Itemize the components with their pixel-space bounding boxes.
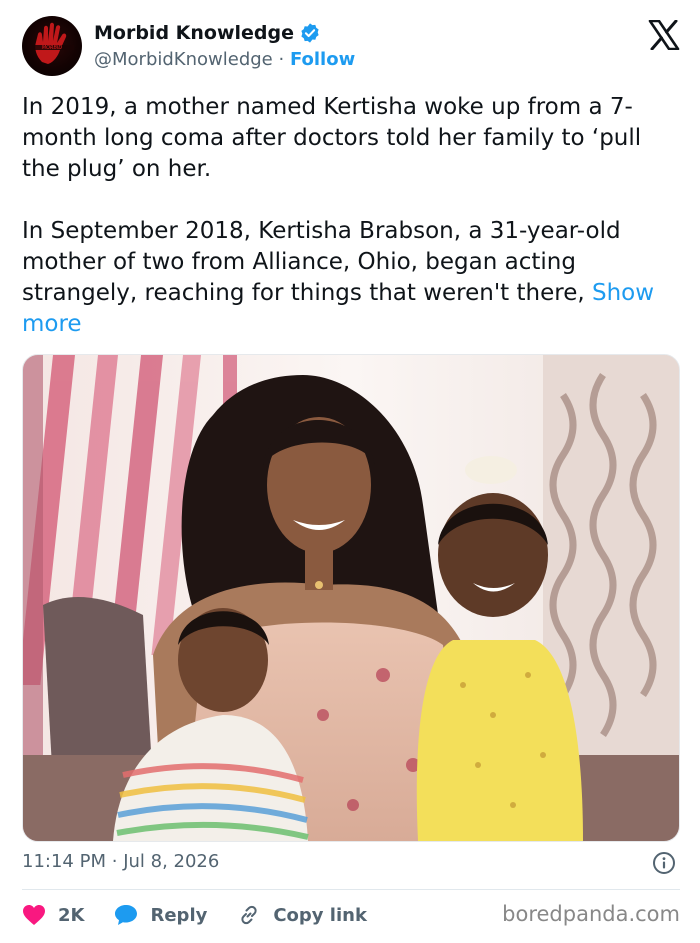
link-icon — [241, 905, 257, 925]
watermark: boredpanda.com — [502, 902, 680, 926]
timestamp-separator: · — [111, 851, 118, 872]
handle[interactable]: @MorbidKnowledge — [94, 49, 273, 70]
tweet-photo[interactable] — [22, 354, 680, 842]
like-button[interactable]: 2K — [22, 904, 84, 926]
tweet-time: 11:14 PM — [22, 851, 106, 872]
tweet-paragraph-2-text: In September 2018, Kertisha Brabson, a 3… — [22, 218, 621, 306]
tweet-paragraph-1: In 2019, a mother named Kertisha woke up… — [22, 94, 642, 182]
red-hand-logo-icon: MORBID — [30, 22, 74, 64]
reply-label: Reply — [150, 904, 208, 926]
copy-link-label: Copy link — [273, 904, 367, 926]
avatar[interactable]: MORBID — [22, 16, 82, 76]
divider — [22, 889, 680, 890]
verified-badge-icon — [301, 23, 319, 43]
author-name-row: Morbid Knowledge — [94, 22, 321, 44]
tweet-timestamp[interactable]: 11:14 PM · Jul 8, 2026 — [22, 851, 219, 872]
tweet-actions: 2K Reply Copy link — [22, 900, 397, 930]
tweet-paragraph-2: In September 2018, Kertisha Brabson, a 3… — [22, 216, 682, 340]
handle-separator: · — [278, 49, 285, 70]
family-photo-image — [23, 355, 679, 841]
info-icon[interactable] — [652, 851, 676, 875]
follow-button[interactable]: Follow — [290, 49, 355, 70]
reply-button[interactable]: Reply — [114, 904, 207, 926]
copy-link-button[interactable]: Copy link — [237, 903, 367, 927]
reply-bubble-icon — [115, 905, 138, 925]
x-logo-icon[interactable] — [648, 20, 680, 50]
like-count: 2K — [58, 904, 85, 926]
svg-text:MORBID: MORBID — [42, 45, 63, 51]
display-name[interactable]: Morbid Knowledge — [94, 22, 294, 44]
tweet-body: In 2019, a mother named Kertisha woke up… — [22, 92, 682, 340]
handle-row: @MorbidKnowledge · Follow — [94, 49, 355, 70]
tweet-header: MORBID Morbid Knowledge @MorbidKnowledge… — [22, 14, 680, 78]
heart-icon — [23, 905, 45, 925]
tweet-date: Jul 8, 2026 — [123, 851, 220, 872]
